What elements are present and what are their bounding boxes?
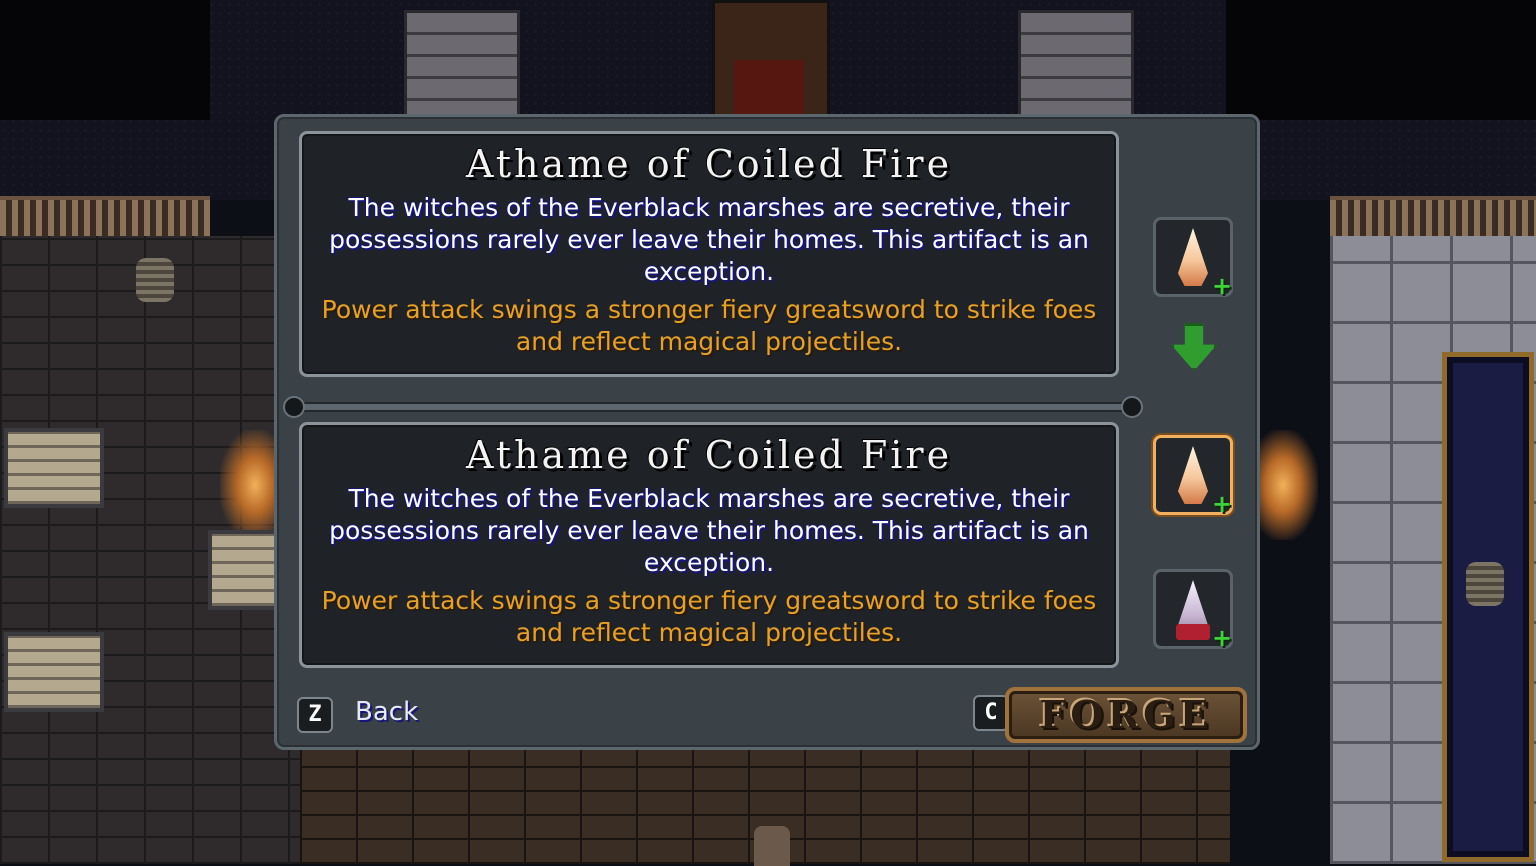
castle-wall-top-left: [0, 0, 210, 120]
item-effect: Power attack swings a stronger fiery gre…: [321, 295, 1097, 356]
item-description: The witches of the Everblack marshes are…: [329, 193, 1089, 286]
c-key-icon: C: [973, 695, 1009, 731]
athame-icon: [1178, 228, 1208, 286]
down-arrow-icon: [1171, 323, 1217, 371]
panel-divider: [291, 402, 1133, 412]
castle-door: [734, 60, 804, 115]
bookshelf: [4, 632, 104, 712]
stone-tower-left: [404, 10, 520, 126]
back-button[interactable]: Back: [355, 697, 418, 727]
upgrade-plus-icon: +: [1212, 272, 1233, 300]
new-item-panel: Athame of Coiled Fire The witches of the…: [299, 422, 1119, 668]
alternate-item-slot[interactable]: +: [1153, 569, 1233, 652]
upgrade-plus-icon: +: [1212, 624, 1233, 652]
item-name: Athame of Coiled Fire: [465, 433, 953, 477]
current-item-slot[interactable]: +: [1153, 217, 1233, 300]
item-name: Athame of Coiled Fire: [465, 142, 953, 186]
forge-button[interactable]: FORGE: [1005, 687, 1247, 743]
clay-pot: [136, 258, 174, 302]
upgrade-plus-icon: +: [1212, 490, 1233, 518]
ruby-gem-icon: [1176, 624, 1210, 640]
z-key-icon: Z: [297, 697, 333, 733]
statue: [754, 826, 790, 866]
blue-banner: [1442, 352, 1534, 862]
forge-dialog: Athame of Coiled Fire The witches of the…: [274, 114, 1260, 750]
bookshelf: [208, 530, 280, 610]
forge-label: FORGE: [1039, 692, 1213, 737]
item-effect: Power attack swings a stronger fiery gre…: [321, 586, 1097, 647]
current-item-panel: Athame of Coiled Fire The witches of the…: [299, 131, 1119, 377]
bookshelf: [4, 428, 104, 508]
item-description: The witches of the Everblack marshes are…: [329, 484, 1089, 577]
divider-dot: [283, 396, 305, 418]
clay-pot: [1466, 562, 1504, 606]
castle-wall-top-right: [1226, 0, 1536, 120]
stone-tower-right: [1018, 10, 1134, 126]
athame-icon: [1178, 446, 1208, 504]
divider-dot: [1121, 396, 1143, 418]
new-item-slot-selected[interactable]: +: [1153, 435, 1233, 518]
